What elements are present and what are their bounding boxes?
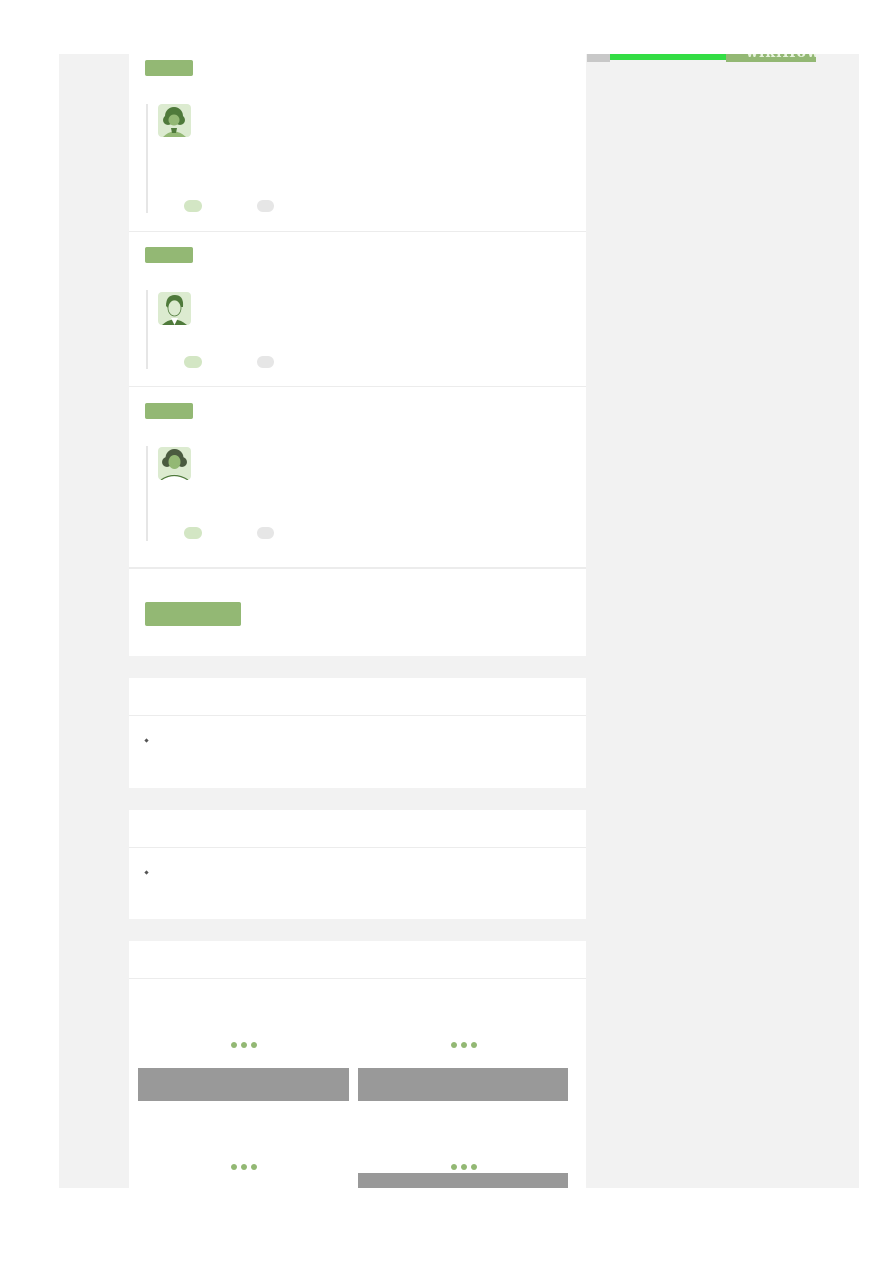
question-divider	[129, 231, 586, 232]
ellipsis-loading-icon	[451, 1164, 477, 1170]
ad-banner-text: wikiHow	[746, 54, 816, 61]
loading-dot	[451, 1042, 457, 1048]
answer-quote-line	[146, 104, 148, 213]
answer-quote-line	[146, 446, 148, 541]
answer-quote-line	[146, 290, 148, 369]
helpful-vote-button[interactable]	[184, 356, 202, 368]
loading-dot	[461, 1042, 467, 1048]
ellipsis-loading-icon	[231, 1164, 257, 1170]
loading-dot	[241, 1164, 247, 1170]
loading-dot	[471, 1164, 477, 1170]
ellipsis-loading-icon	[451, 1042, 477, 1048]
ad-banner-logo[interactable]: wikiHow	[726, 54, 816, 62]
question-tag	[145, 403, 193, 419]
ellipsis-loading-icon	[231, 1042, 257, 1048]
question-tag	[145, 247, 193, 263]
question-divider	[129, 567, 586, 569]
section-header	[129, 941, 586, 979]
helpful-vote-button[interactable]	[184, 200, 202, 212]
section-header	[129, 678, 586, 716]
ad-banner-progress	[610, 54, 726, 60]
loading-dot	[451, 1164, 457, 1170]
loading-dot	[231, 1042, 237, 1048]
loading-dot	[241, 1042, 247, 1048]
related-article-title-placeholder[interactable]	[358, 1173, 568, 1188]
questions-and-answers-card	[129, 54, 586, 656]
not-helpful-vote-button[interactable]	[257, 200, 274, 212]
loading-dot	[461, 1164, 467, 1170]
related-article-title-placeholder[interactable]	[138, 1068, 349, 1101]
short-hair-person-avatar-icon	[158, 292, 191, 325]
tips-section-card	[129, 678, 586, 788]
loading-dot	[471, 1042, 477, 1048]
loading-dot	[231, 1164, 237, 1170]
curly-hair-woman-avatar-icon	[158, 104, 191, 137]
related-articles-card	[129, 941, 586, 1188]
ad-banner-track	[587, 54, 610, 62]
question-tag	[145, 60, 193, 76]
not-helpful-vote-button[interactable]	[257, 527, 274, 539]
section-header	[129, 810, 586, 848]
question-divider	[129, 386, 586, 387]
loading-dot	[251, 1164, 257, 1170]
loading-dot	[251, 1042, 257, 1048]
related-article-title-placeholder[interactable]	[358, 1068, 568, 1101]
warnings-section-card	[129, 810, 586, 919]
helpful-vote-button[interactable]	[184, 527, 202, 539]
not-helpful-vote-button[interactable]	[257, 356, 274, 368]
submit-question-button[interactable]	[145, 602, 241, 626]
woman-avatar-icon	[158, 447, 191, 480]
list-bullet-icon	[144, 870, 149, 875]
list-bullet-icon	[144, 738, 149, 743]
